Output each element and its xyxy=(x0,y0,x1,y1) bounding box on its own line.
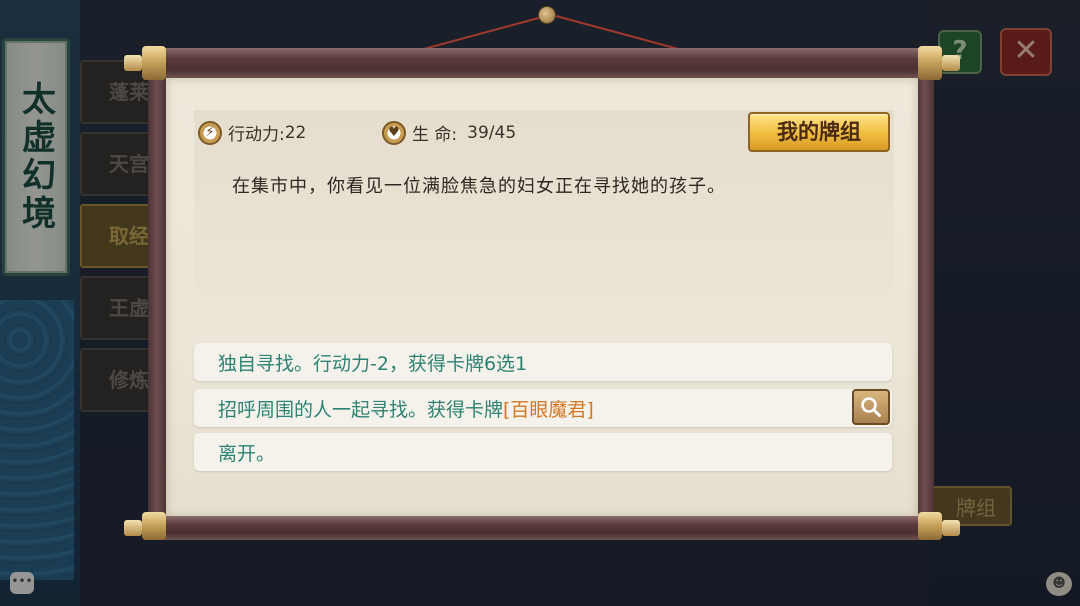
option-label: 独自寻找。行动力-2，获得卡牌6选1 xyxy=(218,352,528,375)
hanging-pin xyxy=(538,6,556,24)
option-leave[interactable]: 离开。 xyxy=(194,433,892,471)
roller-cap xyxy=(918,512,942,540)
life-value: 39/45 xyxy=(467,122,517,143)
option-label: 离开。 xyxy=(218,442,276,465)
search-card-button[interactable] xyxy=(852,389,890,425)
scroll-top-roller xyxy=(142,48,942,78)
search-icon xyxy=(861,397,881,417)
action-points-stat: ⚡ 行动力: 22 xyxy=(198,120,306,145)
lightning-icon: ⚡ xyxy=(198,120,222,145)
scroll-left-edge xyxy=(148,76,166,522)
my-deck-button[interactable]: 我的牌组 xyxy=(748,112,890,152)
scroll-bottom-roller xyxy=(142,516,942,540)
story-text: 在集市中，你看见一位满脸焦急的妇女正在寻找她的孩子。 xyxy=(232,176,726,197)
rod-end xyxy=(124,520,142,536)
roller-cap xyxy=(142,46,166,80)
roller-cap xyxy=(918,46,942,80)
heart-icon: ♥ xyxy=(382,120,406,145)
option-search-together[interactable]: 招呼周围的人一起寻找。获得卡牌 [百眼魔君] xyxy=(194,389,892,427)
life-label: 生 命: xyxy=(412,125,458,145)
action-points-label: 行动力: xyxy=(228,125,285,145)
rod-end xyxy=(942,55,960,71)
scroll-right-edge xyxy=(916,76,934,522)
life-stat: ♥ 生 命: 39/45 xyxy=(382,120,516,145)
option-search-alone[interactable]: 独自寻找。行动力-2，获得卡牌6选1 xyxy=(194,343,892,381)
rod-end xyxy=(942,520,960,536)
action-points-value: 22 xyxy=(284,122,307,143)
card-name: [百眼魔君] xyxy=(503,398,594,421)
roller-cap xyxy=(142,512,166,540)
option-label: 招呼周围的人一起寻找。获得卡牌 xyxy=(218,398,504,421)
rod-end xyxy=(124,55,142,71)
